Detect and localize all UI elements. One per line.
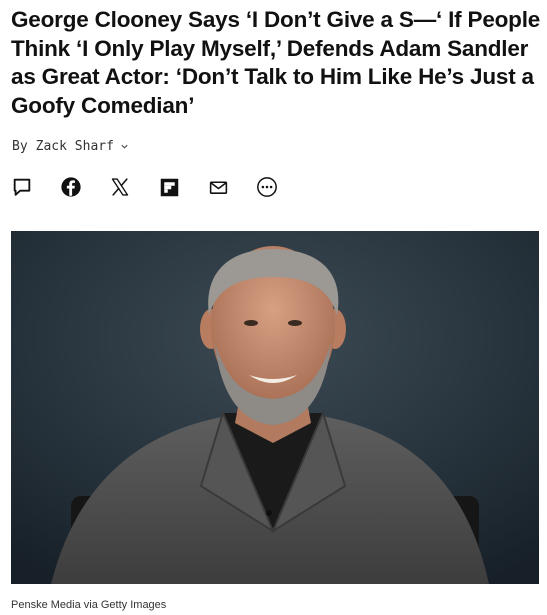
author-name[interactable]: Zack Sharf — [36, 139, 114, 154]
chevron-down-icon[interactable] — [120, 142, 129, 151]
x-icon[interactable] — [108, 175, 132, 199]
article-headline: George Clooney Says ‘I Don’t Give a S—‘ … — [11, 7, 541, 118]
email-icon[interactable] — [206, 175, 230, 199]
facebook-icon[interactable] — [59, 175, 83, 199]
more-icon[interactable] — [255, 175, 279, 199]
share-bar — [10, 175, 304, 199]
flipboard-icon[interactable] — [157, 175, 181, 199]
byline-prefix: By — [12, 138, 28, 154]
byline: By Zack Sharf — [12, 137, 129, 155]
article-photo — [11, 231, 539, 584]
photo-credit: Penske Media via Getty Images — [11, 599, 167, 611]
comment-icon[interactable] — [10, 175, 34, 199]
